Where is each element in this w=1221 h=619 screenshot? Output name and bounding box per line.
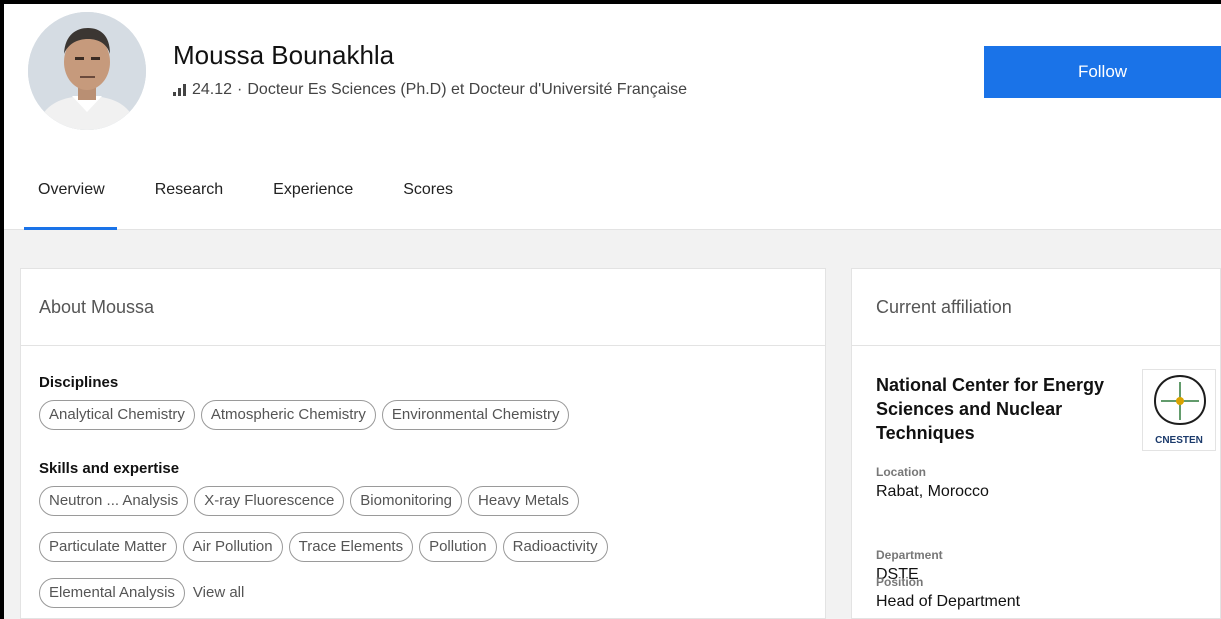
- avatar[interactable]: [28, 12, 146, 130]
- institution-logo[interactable]: CNESTEN: [1142, 369, 1216, 451]
- position-value: Head of Department: [876, 593, 1021, 610]
- profile-name: Moussa Bounakhla: [173, 40, 395, 70]
- skill-chip[interactable]: Elemental Analysis: [39, 578, 185, 608]
- department-label: Department: [876, 548, 943, 562]
- disciplines-label: Disciplines: [39, 374, 119, 391]
- profile-tabs: Overview Research Experience Scores: [24, 176, 503, 230]
- disciplines-list: Analytical Chemistry Atmospheric Chemist…: [39, 400, 819, 430]
- skill-chip[interactable]: Trace Elements: [288, 532, 414, 562]
- skill-chip[interactable]: Pollution: [419, 532, 497, 562]
- skill-chip[interactable]: Radioactivity: [502, 532, 608, 562]
- institution-name[interactable]: National Center for Energy Sciences and …: [876, 373, 1134, 445]
- tab-research[interactable]: Research: [155, 176, 223, 230]
- position-label: Position: [876, 575, 924, 589]
- about-card: About Moussa Disciplines Analytical Chem…: [20, 268, 826, 619]
- skill-chip[interactable]: Heavy Metals: [468, 486, 579, 516]
- score-value[interactable]: 24.12: [192, 81, 232, 99]
- tab-overview[interactable]: Overview: [24, 176, 117, 230]
- skill-chip[interactable]: X-ray Fluorescence: [194, 486, 345, 516]
- profile-header: Moussa Bounakhla 24.12 · Docteur Es Scie…: [4, 4, 1221, 230]
- affiliation-card: Current affiliation National Center for …: [851, 268, 1221, 619]
- skill-chip[interactable]: Particulate Matter: [39, 532, 177, 562]
- discipline-chip[interactable]: Analytical Chemistry: [39, 400, 195, 430]
- tab-experience[interactable]: Experience: [273, 176, 353, 230]
- skill-chip[interactable]: Biomonitoring: [350, 486, 463, 516]
- profile-headline: Docteur Es Sciences (Ph.D) et Docteur d'…: [247, 81, 688, 98]
- skills-list: Neutron ... Analysis X-ray Fluorescence …: [39, 486, 819, 608]
- follow-button[interactable]: Follow: [984, 46, 1221, 98]
- location-label: Location: [876, 465, 926, 479]
- profile-subline: 24.12 · Docteur Es Sciences (Ph.D) et Do…: [173, 81, 687, 99]
- bar-chart-icon: [173, 84, 186, 96]
- affiliation-card-title: Current affiliation: [852, 269, 1220, 346]
- skill-chip[interactable]: Neutron ... Analysis: [39, 486, 189, 516]
- discipline-chip[interactable]: Atmospheric Chemistry: [200, 400, 376, 430]
- institution-logo-text: CNESTEN: [1155, 435, 1203, 446]
- skills-label: Skills and expertise: [39, 460, 180, 477]
- skill-chip[interactable]: Air Pollution: [182, 532, 283, 562]
- discipline-chip[interactable]: Environmental Chemistry: [381, 400, 570, 430]
- about-card-title: About Moussa: [21, 269, 825, 346]
- tab-scores[interactable]: Scores: [403, 176, 453, 230]
- cnesten-logo-icon: [1153, 375, 1207, 425]
- avatar-photo: [28, 12, 146, 130]
- location-value: Rabat, Morocco: [876, 483, 989, 500]
- separator: ·: [237, 81, 243, 98]
- view-all-link[interactable]: View all: [191, 578, 244, 608]
